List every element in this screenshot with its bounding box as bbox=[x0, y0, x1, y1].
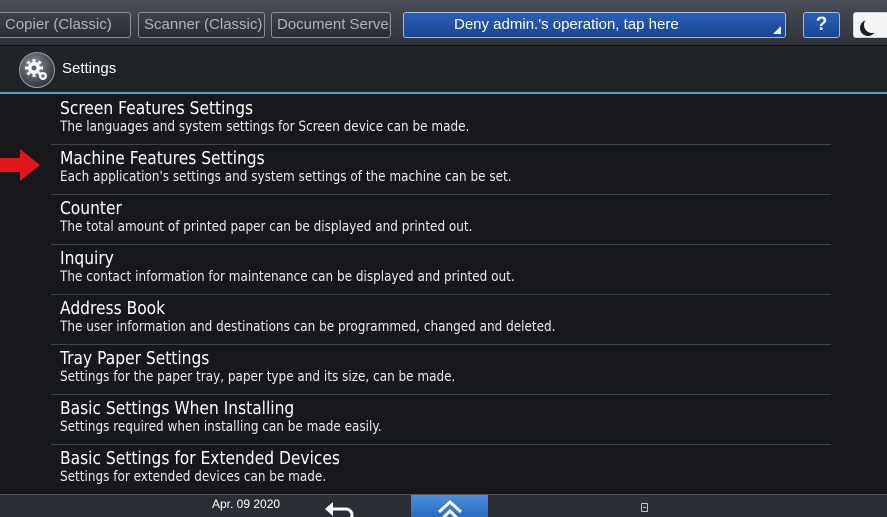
bottom-bar: Apr. 09 2020 bbox=[0, 494, 887, 517]
energy-saver-button[interactable] bbox=[853, 12, 887, 38]
storage-icon bbox=[641, 503, 648, 512]
item-description: The contact information for maintenance … bbox=[60, 269, 515, 285]
list-item-address-book[interactable]: Address Book The user information and de… bbox=[51, 294, 831, 345]
item-description: Settings required when installing can be… bbox=[60, 419, 382, 435]
item-description: Settings for extended devices can be mad… bbox=[60, 469, 327, 485]
title-bar: Settings bbox=[0, 46, 887, 94]
list-item-screen-features-settings[interactable]: Screen Features Settings The languages a… bbox=[51, 94, 831, 145]
list-item-counter[interactable]: Counter The total amount of printed pape… bbox=[51, 194, 831, 245]
tab-scanner-classic[interactable]: Scanner (Classic) bbox=[138, 12, 265, 38]
moon-icon bbox=[864, 17, 880, 33]
item-title: Machine Features Settings bbox=[60, 148, 265, 169]
item-description: Each application's settings and system s… bbox=[60, 169, 512, 185]
home-button[interactable] bbox=[411, 495, 488, 517]
corner-indicator-icon bbox=[773, 26, 781, 34]
item-description: The total amount of printed paper can be… bbox=[60, 219, 473, 235]
item-title: Inquiry bbox=[60, 248, 114, 269]
item-title: Basic Settings When Installing bbox=[60, 398, 295, 419]
item-description: The languages and system settings for Sc… bbox=[60, 119, 470, 135]
list-item-tray-paper-settings[interactable]: Tray Paper Settings Settings for the pap… bbox=[51, 344, 831, 395]
list-item-machine-features-settings[interactable]: Machine Features Settings Each applicati… bbox=[51, 144, 831, 195]
tab-copier-classic[interactable]: Copier (Classic) bbox=[0, 12, 131, 38]
item-title: Screen Features Settings bbox=[60, 98, 254, 119]
item-title: Address Book bbox=[60, 298, 166, 319]
item-title: Tray Paper Settings bbox=[60, 348, 210, 369]
list-item-basic-settings-for-extended-devices[interactable]: Basic Settings for Extended Devices Sett… bbox=[51, 444, 831, 494]
deny-admin-operation-button[interactable]: Deny admin.'s operation, tap here bbox=[403, 12, 786, 38]
page-title: Settings bbox=[62, 60, 117, 77]
arrow-pointer-icon bbox=[0, 149, 40, 181]
list-item-basic-settings-when-installing[interactable]: Basic Settings When Installing Settings … bbox=[51, 394, 831, 445]
item-description: Settings for the paper tray, paper type … bbox=[60, 369, 456, 385]
deny-admin-operation-label: Deny admin.'s operation, tap here bbox=[454, 16, 679, 33]
gear-icon bbox=[19, 52, 55, 88]
home-icon bbox=[437, 499, 463, 517]
back-icon[interactable] bbox=[322, 497, 358, 517]
item-title: Basic Settings for Extended Devices bbox=[60, 448, 340, 469]
item-title: Counter bbox=[60, 198, 122, 219]
top-bar: Copier (Classic) Scanner (Classic) Docum… bbox=[0, 0, 887, 46]
list-item-inquiry[interactable]: Inquiry The contact information for main… bbox=[51, 244, 831, 295]
status-date: Apr. 09 2020 bbox=[212, 497, 281, 511]
help-button[interactable]: ? bbox=[803, 12, 840, 38]
tab-document-server[interactable]: Document Server bbox=[271, 12, 391, 38]
item-description: The user information and destinations ca… bbox=[60, 319, 556, 335]
